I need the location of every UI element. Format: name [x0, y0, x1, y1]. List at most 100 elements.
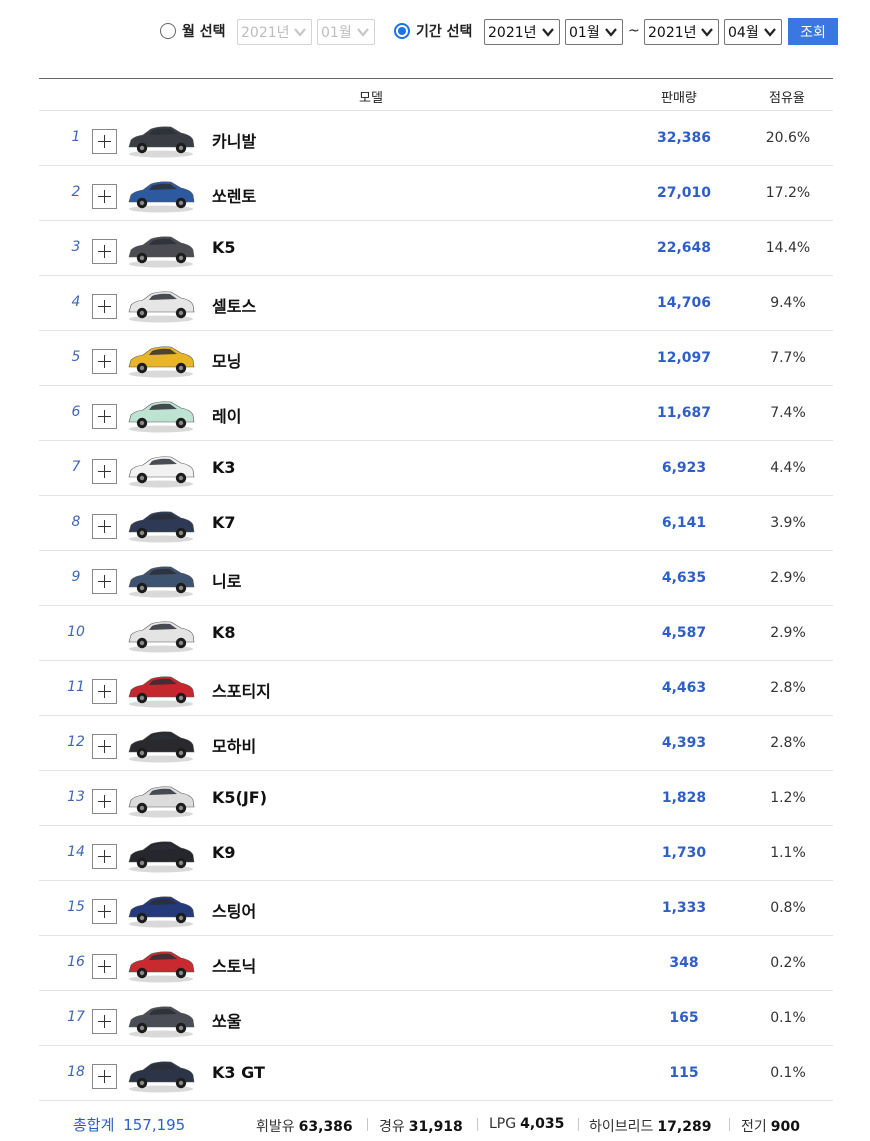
- car-thumbnail-icon[interactable]: [125, 999, 197, 1039]
- fuel-value: 17,289: [657, 1119, 712, 1135]
- model-name[interactable]: 레이: [212, 403, 241, 427]
- table-row: 4 셀토스 14,706 9.4%: [39, 276, 833, 331]
- expand-plus-icon[interactable]: [92, 184, 117, 209]
- car-thumbnail-icon[interactable]: [125, 394, 197, 434]
- period-radio[interactable]: [394, 23, 410, 39]
- model-name[interactable]: 모하비: [212, 733, 256, 757]
- rank-number: 2: [71, 184, 81, 200]
- sales-table: 모델 판매량 점유율 1 카니발 32,386 20.6% 2 쏘렌토 27,010 17.2…: [39, 78, 833, 1101]
- to-month-select[interactable]: 04월: [724, 19, 782, 45]
- market-share: 0.2%: [770, 955, 806, 971]
- table-row: 10 K8 4,587 2.9%: [39, 606, 833, 661]
- filter-bar: 월 선택 2021년 01월 기간 선택 2021년 01월 ~ 2021년 0…: [0, 17, 870, 47]
- month-month-select[interactable]: 01월: [317, 19, 375, 45]
- sales-count: 1,333: [661, 900, 707, 916]
- model-name[interactable]: K3: [212, 458, 236, 477]
- search-button[interactable]: 조회: [788, 18, 838, 45]
- header-share: 점유율: [769, 91, 805, 106]
- fuel-label: 경유: [379, 1119, 405, 1135]
- car-thumbnail-icon[interactable]: [125, 834, 197, 874]
- expand-plus-icon[interactable]: [92, 899, 117, 924]
- car-thumbnail-icon[interactable]: [125, 284, 197, 324]
- car-thumbnail-icon[interactable]: [125, 559, 197, 599]
- fuel-value: 4,035: [520, 1116, 565, 1132]
- header-sales: 판매량: [661, 91, 697, 106]
- model-name[interactable]: 스토닉: [212, 953, 256, 977]
- fuel-value: 31,918: [408, 1119, 463, 1135]
- expand-plus-icon[interactable]: [92, 679, 117, 704]
- expand-plus-icon[interactable]: [92, 569, 117, 594]
- expand-plus-icon[interactable]: [92, 954, 117, 979]
- from-year-value: 2021년: [488, 25, 537, 41]
- month-radio[interactable]: [160, 23, 176, 39]
- from-month-value: 01월: [569, 25, 600, 41]
- fuel-label: 휘발유: [256, 1119, 295, 1135]
- model-name[interactable]: K3 GT: [212, 1063, 265, 1082]
- car-thumbnail-icon[interactable]: [125, 504, 197, 544]
- rank-number: 18: [67, 1064, 85, 1080]
- expand-plus-icon[interactable]: [92, 294, 117, 319]
- period-select-label: 기간 선택: [416, 24, 473, 40]
- car-thumbnail-icon[interactable]: [125, 944, 197, 984]
- expand-plus-icon[interactable]: [92, 789, 117, 814]
- model-name[interactable]: K9: [212, 843, 236, 862]
- rank-number: 3: [71, 239, 81, 255]
- fuel-lpg: LPG 4,035: [489, 1116, 564, 1132]
- model-name[interactable]: K7: [212, 513, 236, 532]
- period-select-option[interactable]: 기간 선택: [394, 17, 472, 45]
- expand-plus-icon[interactable]: [92, 239, 117, 264]
- expand-plus-icon[interactable]: [92, 349, 117, 374]
- market-share: 1.2%: [770, 790, 806, 806]
- market-share: 4.4%: [770, 460, 806, 476]
- fuel-label: 하이브리드: [589, 1119, 654, 1135]
- fuel-value: 63,386: [298, 1119, 353, 1135]
- model-name[interactable]: 스포티지: [212, 678, 271, 702]
- expand-plus-icon[interactable]: [92, 734, 117, 759]
- rank-number: 6: [71, 404, 81, 420]
- expand-plus-icon[interactable]: [92, 1064, 117, 1089]
- expand-plus-icon[interactable]: [92, 1009, 117, 1034]
- car-thumbnail-icon[interactable]: [125, 449, 197, 489]
- table-row: 6 레이 11,687 7.4%: [39, 386, 833, 441]
- table-row: 9 니로 4,635 2.9%: [39, 551, 833, 606]
- car-thumbnail-icon[interactable]: [125, 779, 197, 819]
- car-thumbnail-icon[interactable]: [125, 339, 197, 379]
- model-name[interactable]: 카니발: [212, 128, 256, 152]
- car-thumbnail-icon[interactable]: [125, 1054, 197, 1094]
- sales-count: 348: [669, 955, 699, 971]
- model-name[interactable]: K5: [212, 238, 236, 257]
- car-thumbnail-icon[interactable]: [125, 724, 197, 764]
- from-month-select[interactable]: 01월: [565, 19, 623, 45]
- expand-plus-icon[interactable]: [92, 844, 117, 869]
- model-name[interactable]: 셀토스: [212, 293, 256, 317]
- model-name[interactable]: 모닝: [212, 348, 241, 372]
- model-name[interactable]: 쏘울: [212, 1008, 241, 1032]
- rank-number: 7: [71, 459, 81, 475]
- table-body: 1 카니발 32,386 20.6% 2 쏘렌토 27,010 17.2% 3 K5 22,648 1…: [39, 111, 833, 1101]
- table-row: 17 쏘울 165 0.1%: [39, 991, 833, 1046]
- car-thumbnail-icon[interactable]: [125, 229, 197, 269]
- expand-plus-icon[interactable]: [92, 404, 117, 429]
- to-year-value: 2021년: [648, 25, 697, 41]
- market-share: 2.8%: [770, 680, 806, 696]
- to-year-select[interactable]: 2021년: [644, 19, 719, 45]
- expand-plus-icon[interactable]: [92, 129, 117, 154]
- model-name[interactable]: K5(JF): [212, 788, 267, 807]
- car-thumbnail-icon[interactable]: [125, 174, 197, 214]
- car-thumbnail-icon[interactable]: [125, 889, 197, 929]
- rank-number: 15: [67, 899, 85, 915]
- car-thumbnail-icon[interactable]: [125, 669, 197, 709]
- fuel-electric: 전기 900: [741, 1116, 800, 1136]
- model-name[interactable]: 니로: [212, 568, 241, 592]
- month-year-select[interactable]: 2021년: [237, 19, 312, 45]
- model-name[interactable]: 쏘렌토: [212, 183, 256, 207]
- car-thumbnail-icon[interactable]: [125, 119, 197, 159]
- model-name[interactable]: K8: [212, 623, 236, 642]
- expand-plus-icon[interactable]: [92, 514, 117, 539]
- car-thumbnail-icon[interactable]: [125, 614, 197, 654]
- month-select-option[interactable]: 월 선택: [160, 17, 226, 45]
- from-year-select[interactable]: 2021년: [484, 19, 560, 45]
- model-name[interactable]: 스팅어: [212, 898, 256, 922]
- expand-plus-icon[interactable]: [92, 459, 117, 484]
- sales-count: 165: [669, 1010, 699, 1026]
